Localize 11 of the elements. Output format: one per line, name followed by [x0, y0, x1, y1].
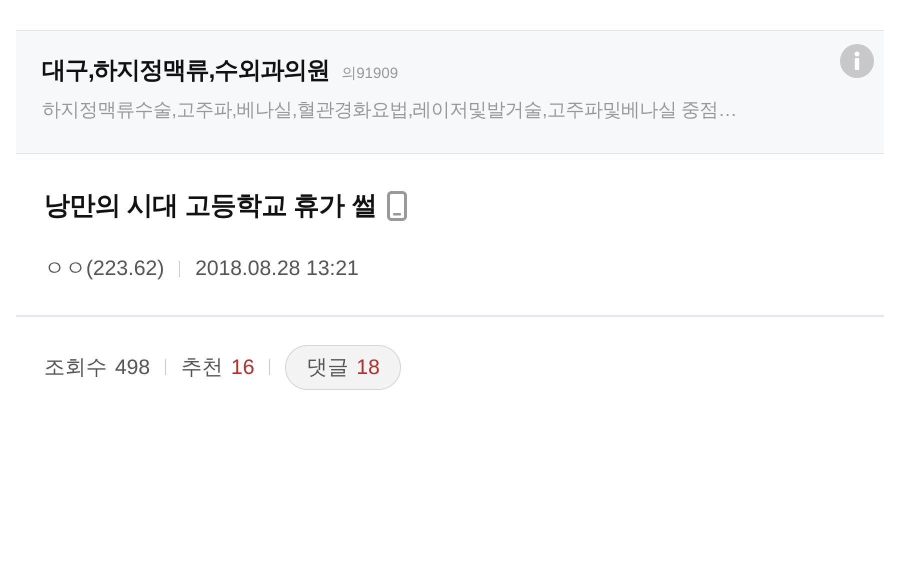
stat-count: 추천 16	[181, 354, 254, 380]
ad-banner[interactable]: 대구,하지정맥류,수외과의원 의91909 하지정맥류수술,고주파,베나실,혈관경화요법,레이저및발거술,고주파및베나실 중점…	[16, 30, 884, 154]
ad-title: 대구,하지정맥류,수외과의원	[42, 56, 330, 86]
ad-description: 하지정맥류수술,고주파,베나실,혈관경화요법,레이저및발거술,고주파및베나실 중점…	[42, 99, 738, 123]
ad-code: 의91909	[341, 64, 398, 84]
author-name: ㅇㅇ(223.62)	[44, 256, 164, 282]
post-title: 낭만의 시대 고등학교 휴가 썰	[44, 189, 377, 222]
comment-count-button[interactable]: 댓글 18	[285, 344, 401, 390]
info-icon[interactable]	[840, 44, 874, 78]
post-date: 2018.08.28 13:21	[195, 256, 359, 282]
stat-count: 조회수 498	[44, 354, 150, 380]
